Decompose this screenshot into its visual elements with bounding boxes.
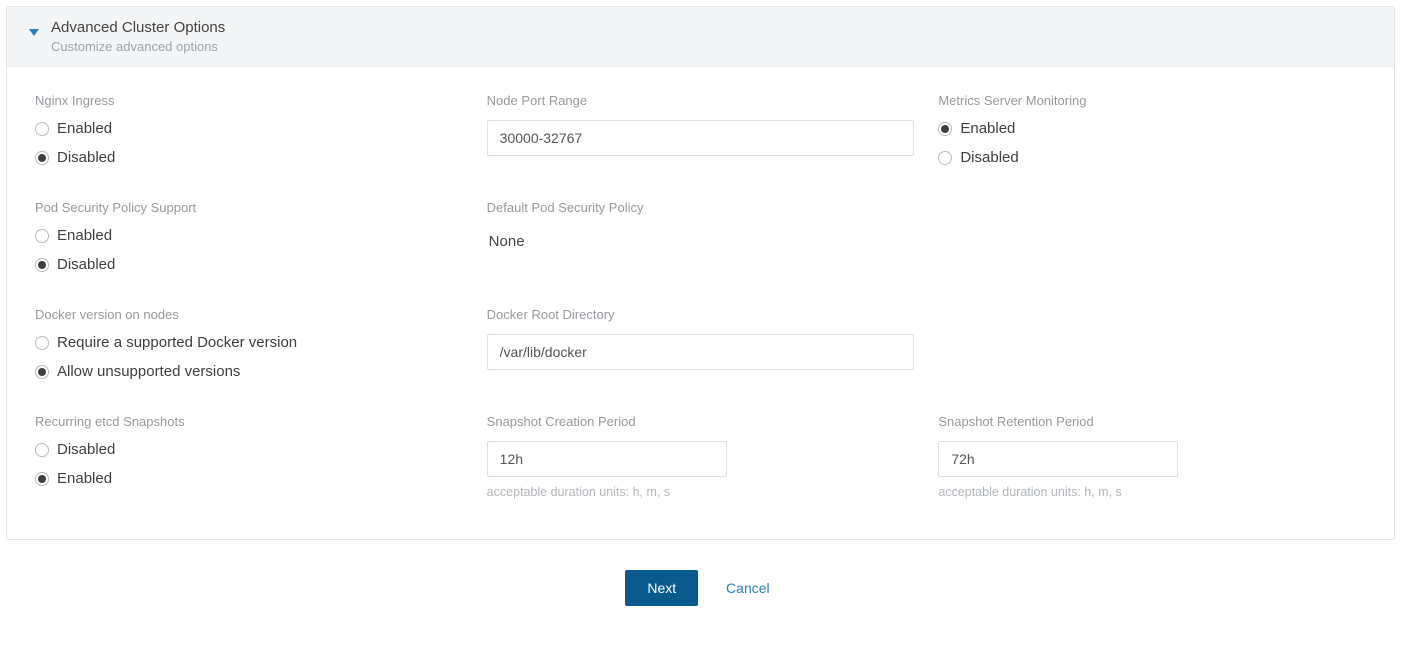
nginx-enabled-radio[interactable]: Enabled xyxy=(35,120,463,137)
pod-security-label: Pod Security Policy Support xyxy=(35,200,463,215)
snap-retain-help: acceptable duration units: h, m, s xyxy=(938,485,1366,499)
pod-security-enabled-radio[interactable]: Enabled xyxy=(35,227,463,244)
radio-icon xyxy=(35,336,49,350)
radio-icon xyxy=(938,151,952,165)
advanced-options-panel: Advanced Cluster Options Customize advan… xyxy=(6,6,1395,540)
metrics-enabled-radio[interactable]: Enabled xyxy=(938,120,1366,137)
node-port-label: Node Port Range xyxy=(487,93,915,108)
radio-label: Disabled xyxy=(57,441,115,458)
next-button[interactable]: Next xyxy=(625,570,698,606)
panel-title: Advanced Cluster Options xyxy=(51,19,1378,36)
radio-icon xyxy=(35,365,49,379)
nginx-disabled-radio[interactable]: Disabled xyxy=(35,149,463,166)
panel-subtitle: Customize advanced options xyxy=(51,39,1378,54)
default-pod-policy-label: Default Pod Security Policy xyxy=(487,200,915,215)
radio-icon xyxy=(35,443,49,457)
radio-icon xyxy=(35,122,49,136)
docker-allow-radio[interactable]: Allow unsupported versions xyxy=(35,363,463,380)
radio-label: Enabled xyxy=(57,120,112,137)
footer-actions: Next Cancel xyxy=(0,546,1401,616)
caret-down-icon xyxy=(29,29,39,36)
radio-icon xyxy=(35,229,49,243)
docker-version-label: Docker version on nodes xyxy=(35,307,463,322)
node-port-input[interactable] xyxy=(487,120,915,156)
metrics-label: Metrics Server Monitoring xyxy=(938,93,1366,108)
radio-label: Enabled xyxy=(57,470,112,487)
radio-label: Enabled xyxy=(960,120,1015,137)
radio-label: Disabled xyxy=(57,256,115,273)
snap-create-help: acceptable duration units: h, m, s xyxy=(487,485,915,499)
snap-retain-input[interactable] xyxy=(938,441,1178,477)
radio-icon xyxy=(35,258,49,272)
docker-root-input[interactable] xyxy=(487,334,915,370)
default-pod-policy-value: None xyxy=(487,227,915,256)
radio-icon xyxy=(35,151,49,165)
cancel-button[interactable]: Cancel xyxy=(720,570,776,606)
radio-label: Allow unsupported versions xyxy=(57,363,240,380)
panel-body: Nginx Ingress Enabled Disabled Node Port… xyxy=(7,67,1394,539)
pod-security-disabled-radio[interactable]: Disabled xyxy=(35,256,463,273)
radio-label: Disabled xyxy=(57,149,115,166)
radio-icon xyxy=(938,122,952,136)
snapshots-enabled-radio[interactable]: Enabled xyxy=(35,470,463,487)
radio-label: Require a supported Docker version xyxy=(57,334,297,351)
snapshots-disabled-radio[interactable]: Disabled xyxy=(35,441,463,458)
panel-header[interactable]: Advanced Cluster Options Customize advan… xyxy=(7,7,1394,67)
radio-icon xyxy=(35,472,49,486)
snap-retain-label: Snapshot Retention Period xyxy=(938,414,1366,429)
metrics-disabled-radio[interactable]: Disabled xyxy=(938,149,1366,166)
docker-root-label: Docker Root Directory xyxy=(487,307,915,322)
snap-create-input[interactable] xyxy=(487,441,727,477)
radio-label: Disabled xyxy=(960,149,1018,166)
snap-create-label: Snapshot Creation Period xyxy=(487,414,915,429)
nginx-label: Nginx Ingress xyxy=(35,93,463,108)
radio-label: Enabled xyxy=(57,227,112,244)
docker-require-radio[interactable]: Require a supported Docker version xyxy=(35,334,463,351)
snapshots-label: Recurring etcd Snapshots xyxy=(35,414,463,429)
